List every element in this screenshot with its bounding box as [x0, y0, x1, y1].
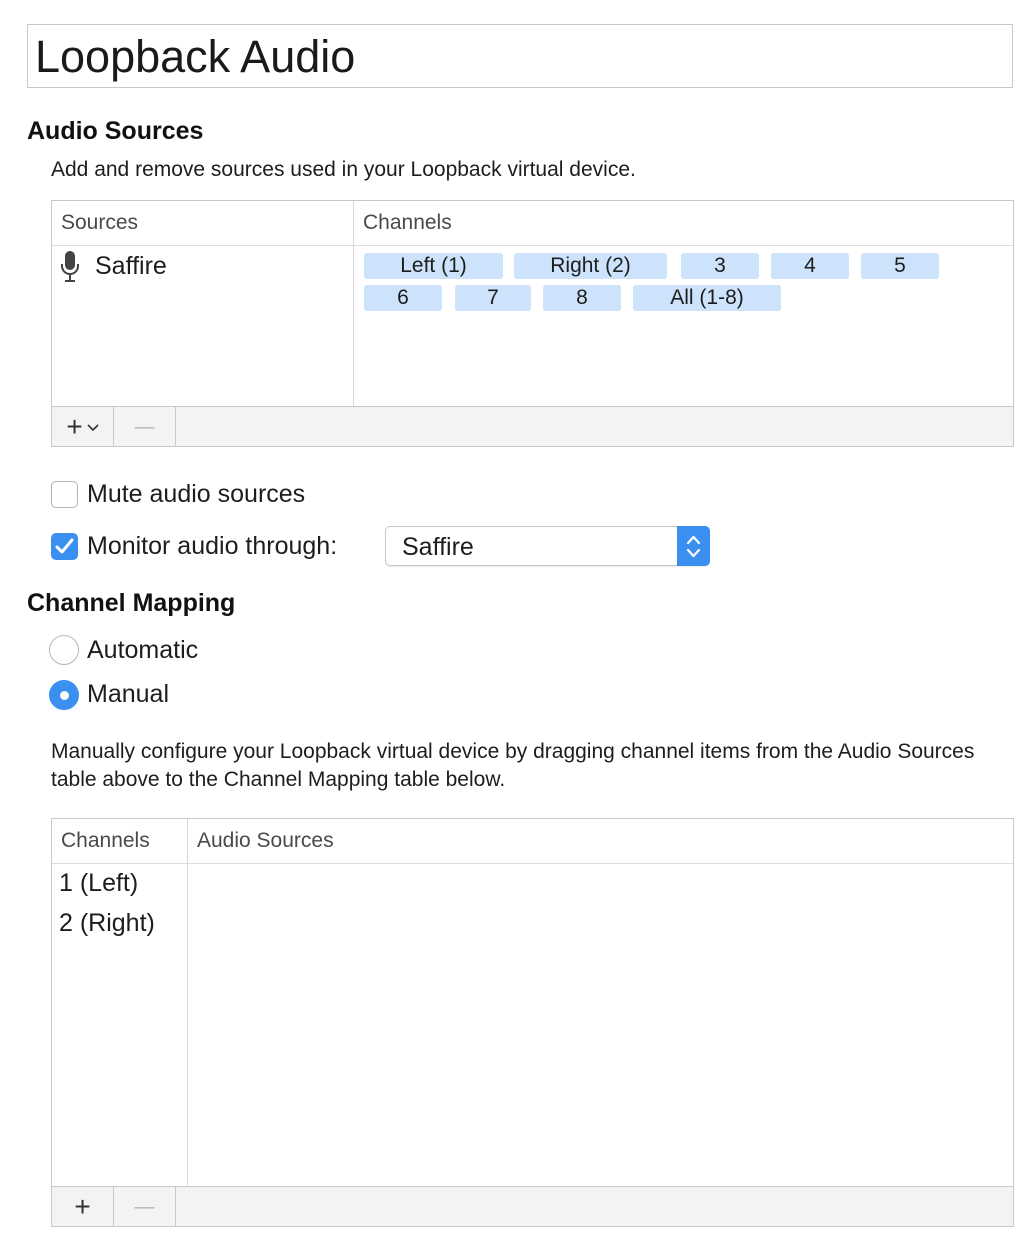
add-source-button[interactable]: +	[52, 407, 114, 446]
column-header-channels[interactable]: Channels	[354, 201, 452, 245]
column-divider	[187, 819, 188, 1187]
channel-pill-all[interactable]: All (1-8)	[633, 285, 781, 311]
monitor-audio-checkbox[interactable]	[51, 533, 78, 560]
column-header-audio-sources[interactable]: Audio Sources	[188, 819, 334, 863]
monitor-device-value: Saffire	[402, 533, 474, 561]
channel-mapping-description: Manually configure your Loopback virtual…	[51, 740, 975, 791]
mapping-row-channel-2[interactable]: 2 (Right)	[59, 909, 155, 938]
channel-mapping-table-footer: + —	[52, 1186, 1013, 1226]
channel-pill-left-1[interactable]: Left (1)	[364, 253, 503, 279]
channel-pill-8[interactable]: 8	[543, 285, 621, 311]
device-name-field[interactable]: Loopback Audio	[27, 24, 1013, 88]
mute-audio-checkbox[interactable]	[51, 481, 78, 508]
chevron-down-icon	[87, 419, 99, 437]
automatic-radio[interactable]	[49, 635, 79, 665]
up-down-arrows-icon	[686, 535, 701, 558]
channel-pill-4[interactable]: 4	[771, 253, 849, 279]
checkmark-icon	[55, 538, 74, 554]
add-mapping-button[interactable]: +	[52, 1187, 114, 1226]
mapping-row-channel-1[interactable]: 1 (Left)	[59, 869, 138, 898]
source-name: Saffire	[95, 252, 167, 280]
remove-source-button[interactable]: —	[114, 407, 176, 446]
column-divider	[353, 201, 354, 407]
plus-icon: +	[66, 410, 83, 442]
channel-pill-3[interactable]: 3	[681, 253, 759, 279]
channel-pill-6[interactable]: 6	[364, 285, 442, 311]
monitor-device-select[interactable]: Saffire	[385, 526, 710, 566]
microphone-icon	[59, 250, 81, 289]
channel-mapping-table-header: Channels Audio Sources	[52, 819, 1013, 864]
audio-sources-heading: Audio Sources	[27, 117, 204, 145]
audio-sources-table: Sources Channels Saffire Left (1) Right …	[51, 200, 1014, 447]
select-stepper[interactable]	[677, 526, 710, 566]
channel-pill-5[interactable]: 5	[861, 253, 939, 279]
remove-mapping-button[interactable]: —	[114, 1187, 176, 1226]
audio-sources-description: Add and remove sources used in your Loop…	[51, 158, 636, 181]
manual-radio[interactable]	[49, 680, 79, 710]
monitor-audio-label[interactable]: Monitor audio through:	[87, 532, 337, 561]
channel-pill-right-2[interactable]: Right (2)	[514, 253, 667, 279]
channel-mapping-table: Channels Audio Sources 1 (Left) 2 (Right…	[51, 818, 1014, 1227]
source-row-saffire[interactable]: Saffire	[52, 247, 353, 287]
automatic-label[interactable]: Automatic	[87, 636, 198, 665]
plus-icon: +	[74, 1190, 91, 1222]
mute-audio-label[interactable]: Mute audio sources	[87, 480, 305, 509]
channel-mapping-heading: Channel Mapping	[27, 589, 236, 617]
audio-sources-table-footer: + —	[52, 406, 1013, 446]
channel-pill-7[interactable]: 7	[455, 285, 531, 311]
column-header-channels[interactable]: Channels	[52, 819, 187, 863]
column-header-sources[interactable]: Sources	[52, 201, 353, 245]
audio-sources-table-header: Sources Channels	[52, 201, 1013, 246]
minus-icon: —	[134, 415, 155, 438]
manual-label[interactable]: Manual	[87, 680, 169, 709]
minus-icon: —	[134, 1195, 155, 1218]
